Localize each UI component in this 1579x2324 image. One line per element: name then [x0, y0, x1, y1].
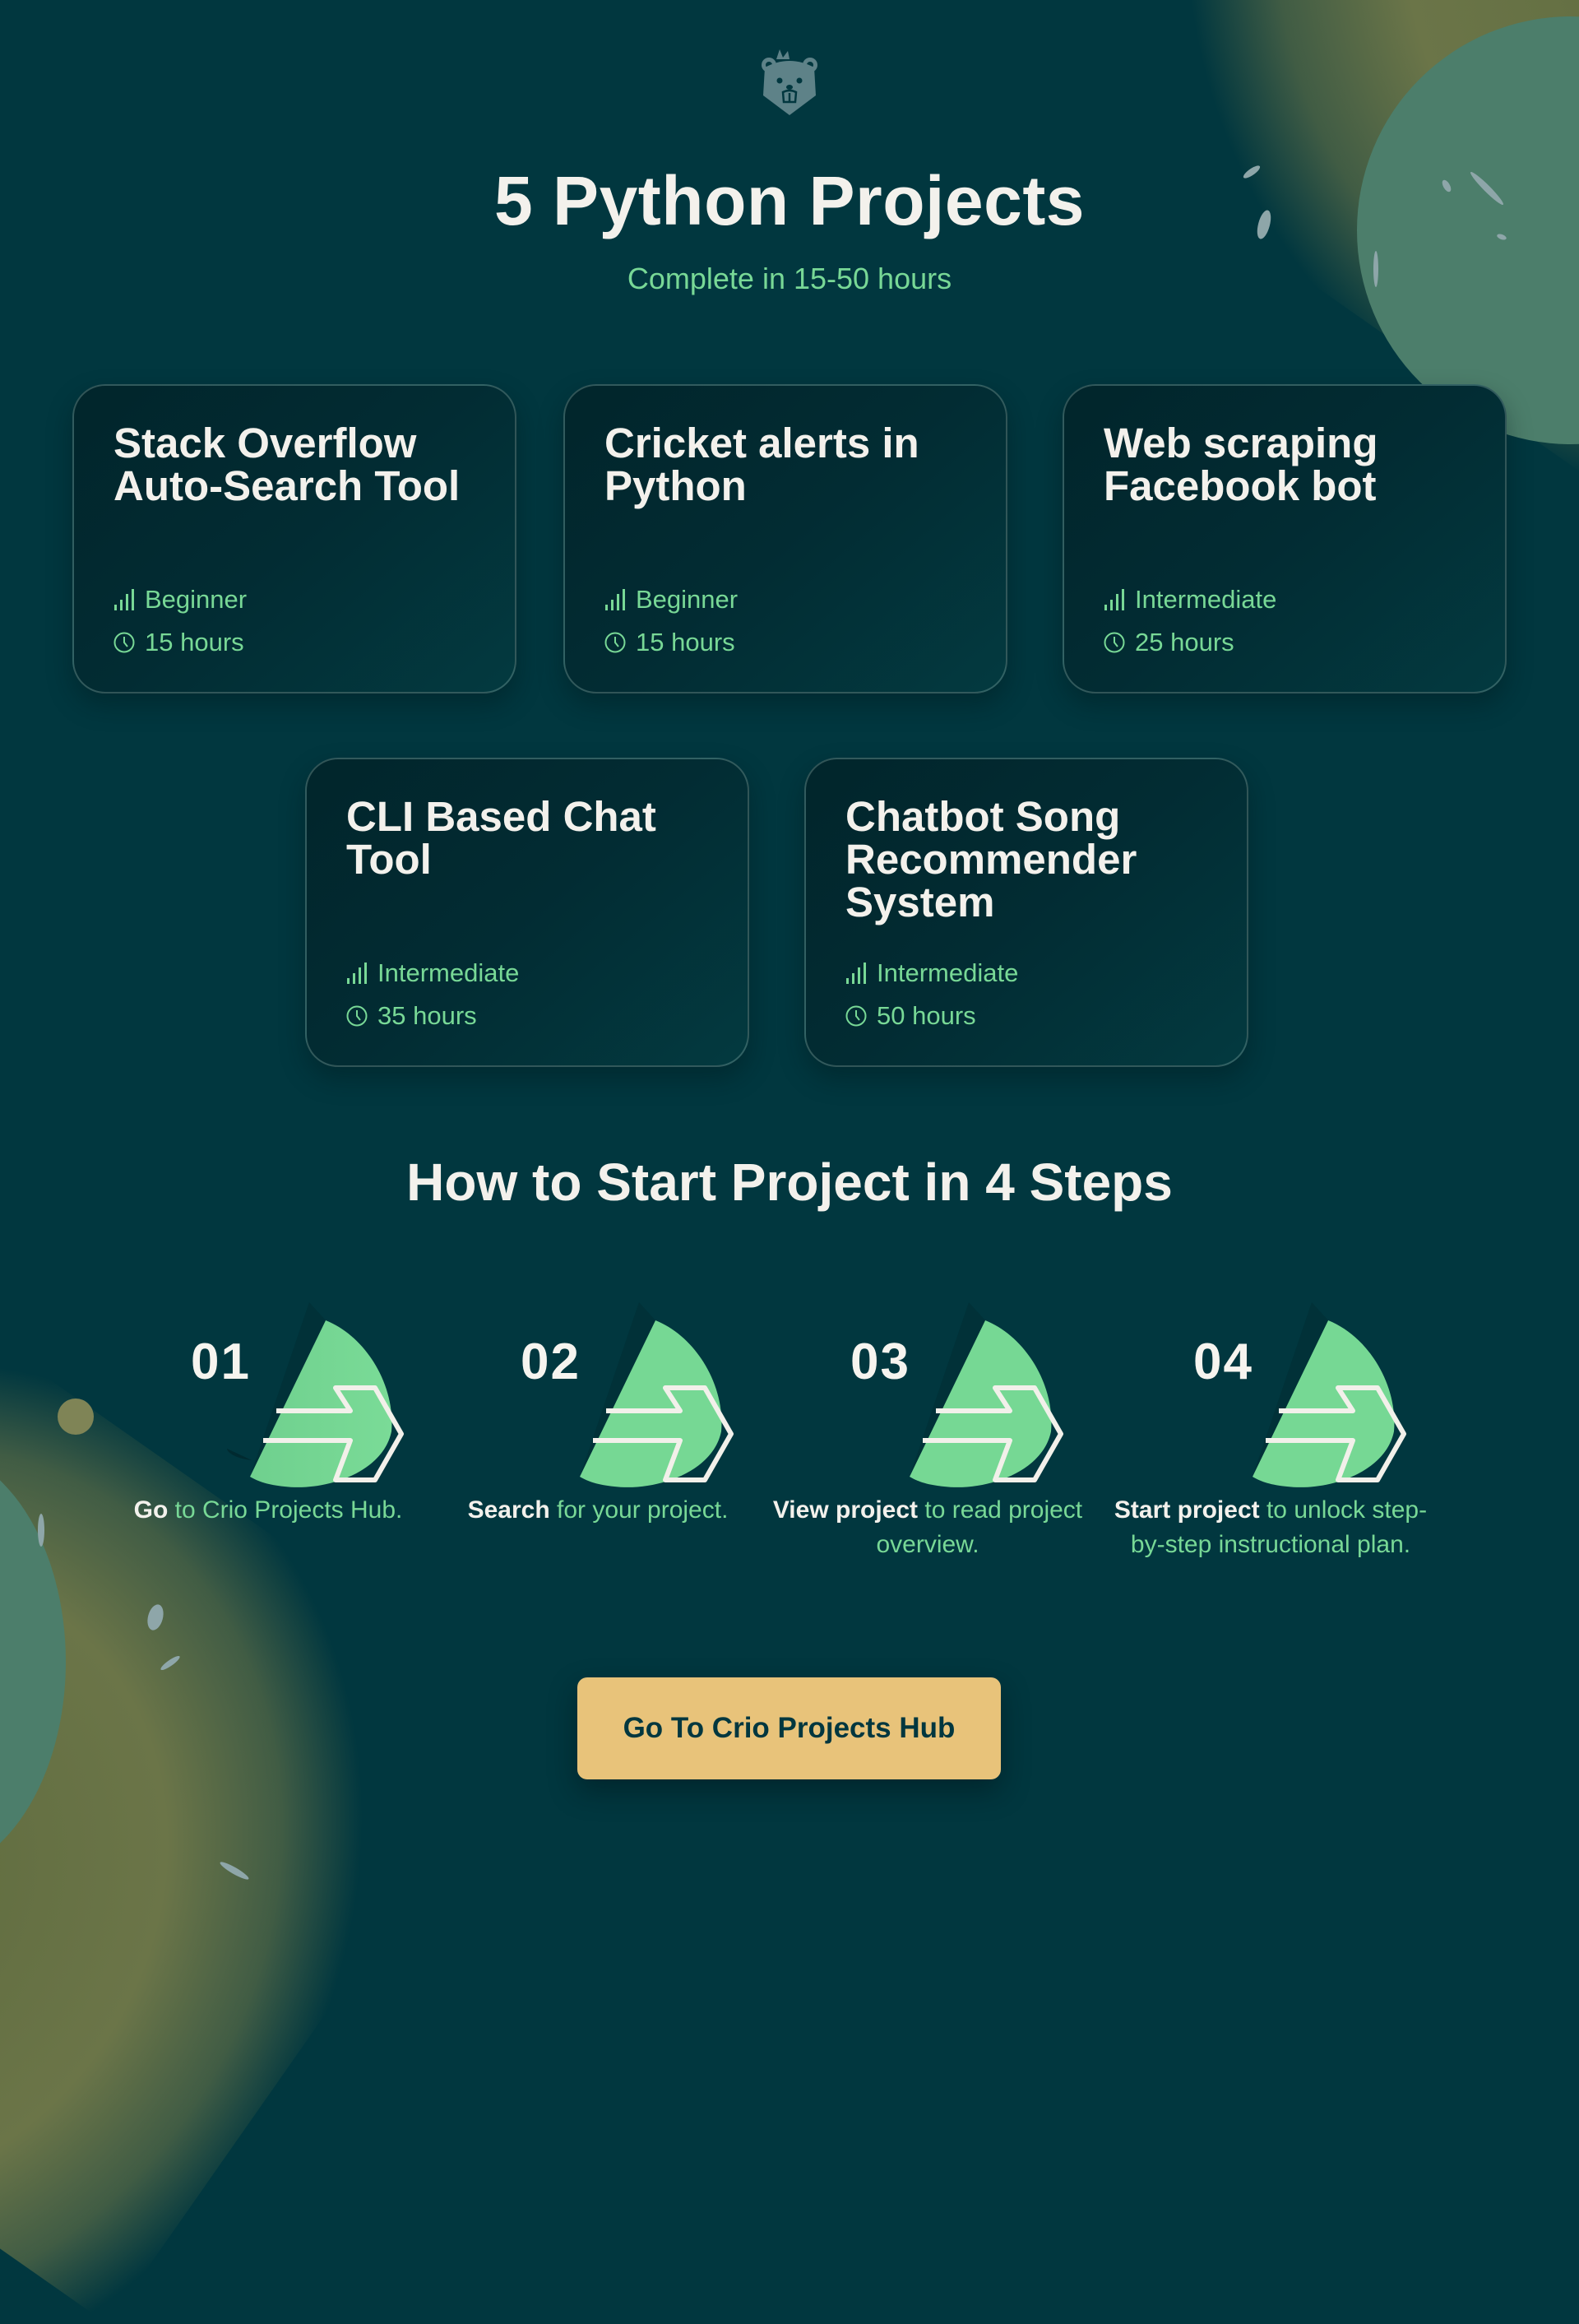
signal-bars-icon: [1104, 589, 1124, 610]
project-level: Beginner: [604, 578, 966, 621]
step-item: 01 Go to Crio Projects Hub.: [104, 1296, 433, 1528]
project-duration: 15 hours: [113, 621, 475, 664]
project-level-label: Intermediate: [1135, 585, 1277, 614]
project-duration-label: 35 hours: [377, 1001, 477, 1030]
beaver-mascot-icon: [760, 49, 819, 117]
signal-bars-icon: [347, 963, 367, 984]
step-description: Search for your project.: [433, 1493, 762, 1528]
project-duration: 25 hours: [1104, 621, 1466, 664]
step-item: 04 Start project to unlock step-by-step …: [1106, 1296, 1435, 1562]
signal-bars-icon: [605, 589, 625, 610]
decor-flecks-bottom-left: [33, 1514, 251, 1882]
step-item: 03 View project to read project overview…: [763, 1296, 1092, 1562]
arrow-leaf-icon: [227, 1302, 404, 1487]
project-level: Intermediate: [845, 952, 1207, 995]
project-card[interactable]: Web scraping Facebook bot Intermediate 2…: [1063, 384, 1507, 693]
project-card[interactable]: Chatbot Song Recommender System Intermed…: [804, 758, 1248, 1067]
project-duration: 15 hours: [604, 621, 966, 664]
arrow-leaf-icon: [580, 1302, 734, 1487]
project-card[interactable]: CLI Based Chat Tool Intermediate 35 hour…: [305, 758, 749, 1067]
project-duration-label: 15 hours: [145, 628, 244, 656]
step-description: Go to Crio Projects Hub.: [104, 1493, 433, 1528]
step-detail: to Crio Projects Hub.: [168, 1496, 403, 1524]
step-action: View project: [772, 1496, 919, 1524]
project-title: Web scraping Facebook bot: [1104, 420, 1378, 509]
step-action: Search: [467, 1496, 550, 1524]
signal-bars-icon: [846, 963, 866, 984]
project-level-label: Beginner: [145, 585, 248, 614]
project-duration-label: 15 hours: [636, 628, 735, 656]
project-duration: 35 hours: [346, 995, 708, 1037]
signal-bars-icon: [114, 589, 134, 610]
project-title: Stack Overflow Auto-Search Tool: [113, 420, 461, 509]
step-description: View project to read project overview.: [763, 1493, 1092, 1562]
decor-teal-circle-bottom-left: [0, 1448, 66, 1876]
decor-olive-dot: [58, 1399, 94, 1435]
clock-icon: [845, 1005, 867, 1027]
go-to-projects-hub-button[interactable]: Go To Crio Projects Hub: [577, 1677, 1001, 1779]
project-card[interactable]: Stack Overflow Auto-Search Tool Beginner…: [72, 384, 516, 693]
arrow-leaf-icon: [1253, 1302, 1406, 1487]
arrow-leaf-icon: [910, 1302, 1063, 1487]
project-duration-label: 25 hours: [1135, 628, 1234, 656]
page-title: 5 Python Projects: [493, 162, 1086, 239]
project-level: Beginner: [113, 578, 475, 621]
project-card[interactable]: Cricket alerts in Python Beginner 15 hou…: [563, 384, 1007, 693]
clock-icon: [113, 632, 135, 653]
step-detail: for your project.: [549, 1496, 729, 1524]
project-title: Cricket alerts in Python: [604, 420, 919, 509]
project-level-label: Intermediate: [377, 958, 520, 987]
project-level: Intermediate: [1104, 578, 1466, 621]
project-title: CLI Based Chat Tool: [346, 793, 656, 883]
project-level-label: Intermediate: [877, 958, 1019, 987]
project-level-label: Beginner: [636, 585, 739, 614]
step-action: Start project: [1114, 1496, 1260, 1524]
project-duration-label: 50 hours: [877, 1001, 976, 1030]
page-subtitle: Complete in 15-50 hours: [627, 262, 952, 295]
step-item: 02 Search for your project.: [433, 1296, 762, 1528]
clock-icon: [1104, 632, 1125, 653]
project-title: Chatbot Song Recommender System: [845, 793, 1137, 925]
step-description: Start project to unlock step-by-step ins…: [1106, 1493, 1435, 1562]
project-duration: 50 hours: [845, 995, 1207, 1037]
step-action: Go: [133, 1496, 169, 1524]
clock-icon: [604, 632, 626, 653]
project-level: Intermediate: [346, 952, 708, 995]
clock-icon: [346, 1005, 368, 1027]
steps-section-title: How to Start Project in 4 Steps: [406, 1153, 1173, 1212]
